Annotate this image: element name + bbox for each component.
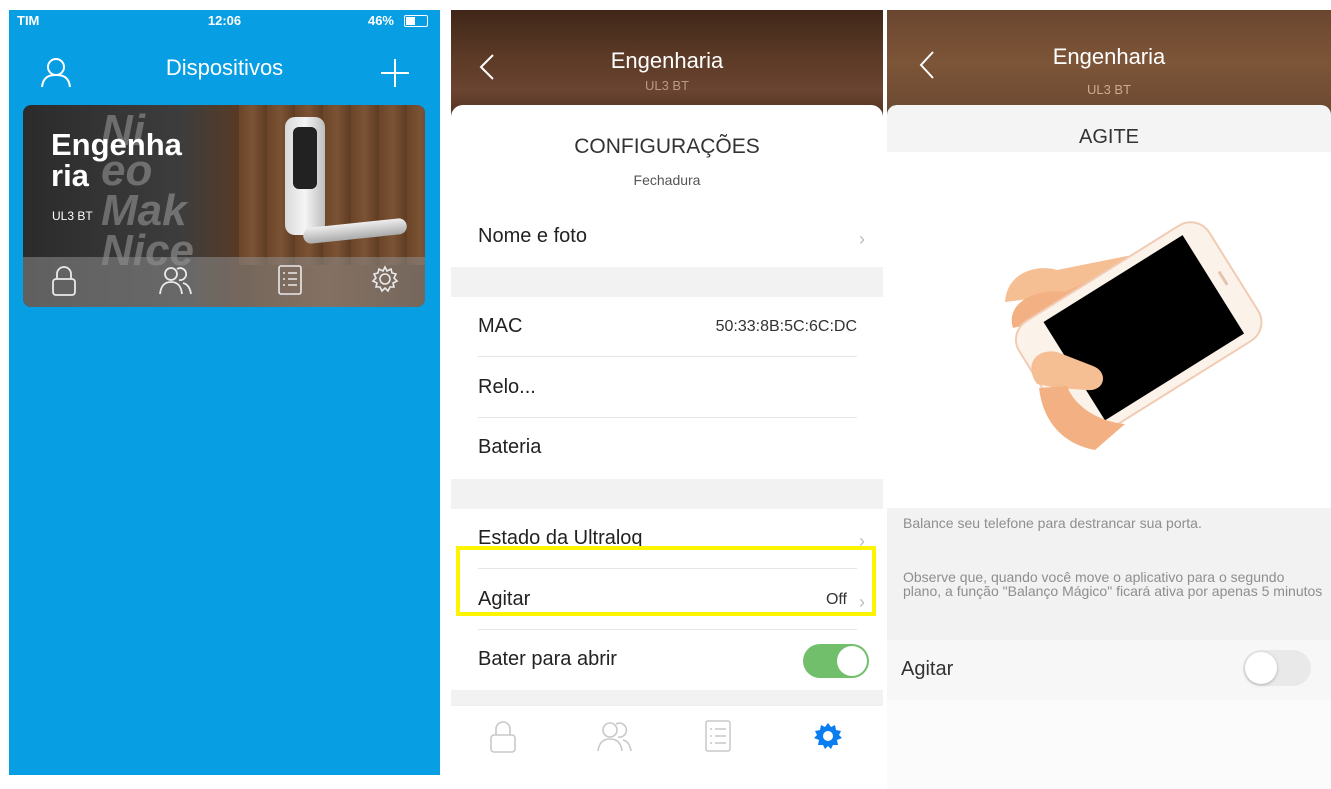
device-name-line2: ria	[51, 158, 89, 193]
row-mac: MAC 50:33:8B:5C:6C:DC	[451, 297, 883, 357]
section-subtitle: Fechadura	[633, 172, 701, 188]
shake-illustration	[887, 152, 1331, 508]
row-label: Nome e foto	[478, 225, 587, 247]
instruction-text-1: Balance seu telefone para destrancar sua…	[903, 515, 1202, 531]
mac-value: 50:33:8B:5C:6C:DC	[715, 318, 857, 335]
devices-screen: TIM 12:06 46% Dispositivos Ni eo Mak Nice E…	[9, 10, 440, 775]
users-icon[interactable]	[157, 265, 193, 297]
row-bater-para-abrir: Bater para abrir	[451, 630, 883, 690]
instruction-text-2: Observe que, quando você move o aplicati…	[903, 569, 1323, 599]
device-model: UL3 BT	[52, 209, 93, 223]
row-nome-foto[interactable]: Nome e foto ›	[451, 207, 883, 267]
empty-area	[887, 700, 1331, 789]
list-icon[interactable]	[278, 265, 302, 295]
device-name-line1: Engenha	[51, 127, 182, 162]
agitar-toggle[interactable]	[1243, 650, 1311, 686]
bater-para-abrir-toggle[interactable]	[803, 644, 869, 678]
chevron-right-icon: ›	[859, 229, 865, 249]
gear-icon[interactable]	[371, 265, 399, 293]
header: Engenharia UL3 BT	[887, 10, 1331, 115]
users-icon[interactable]	[595, 720, 633, 754]
instructions-panel: Balance seu telefone para destrancar sua…	[887, 508, 1331, 640]
shake-screen: Engenharia UL3 BT AGITE Balance seu tele…	[887, 10, 1331, 789]
settings-screen: Engenharia UL3 BT CONFIGURAÇÕES Fechadur…	[451, 10, 883, 789]
lock-keypad-photo	[293, 127, 317, 189]
row-label: MAC	[478, 315, 523, 337]
status-bar: TIM 12:06 46%	[9, 10, 440, 30]
header-subtitle: UL3 BT	[644, 78, 690, 93]
section-title: CONFIGURAÇÕES	[574, 135, 760, 158]
page-title: Dispositivos	[165, 55, 284, 80]
row-label: Bater para abrir	[478, 648, 617, 670]
section-divider	[451, 267, 883, 297]
lock-icon[interactable]	[51, 265, 77, 297]
settings-sheet: CONFIGURAÇÕES Fechadura Nome e foto › MA…	[451, 105, 883, 789]
gear-icon[interactable]	[814, 722, 842, 750]
row-label: Bateria	[478, 436, 542, 458]
hand-holding-phone-illustration	[1005, 221, 1263, 450]
row-label: Relo...	[478, 376, 536, 398]
device-card[interactable]: Ni eo Mak Nice Engenha ria UL3 BT	[23, 105, 425, 307]
tab-bar	[451, 705, 883, 771]
device-actions-bar	[23, 257, 425, 307]
header-subtitle: UL3 BT	[1086, 82, 1132, 97]
row-relogio[interactable]: Relo...	[451, 358, 883, 418]
list-icon[interactable]	[705, 720, 731, 752]
row-divider	[478, 356, 857, 357]
highlight-box	[456, 546, 876, 616]
row-agitar: Agitar	[887, 640, 1331, 700]
battery-percent: 46%	[367, 13, 394, 28]
row-bateria[interactable]: Bateria	[451, 418, 883, 478]
section-divider	[451, 479, 883, 509]
device-name: Engenha ria	[51, 129, 241, 191]
add-device-icon[interactable]	[379, 57, 411, 89]
battery-icon	[404, 15, 428, 27]
header-title: Engenharia	[1052, 44, 1166, 69]
section-title: AGITE	[1078, 126, 1139, 148]
section-header: AGITE	[887, 105, 1331, 152]
header-title: Engenharia	[610, 48, 724, 73]
toggle-label: Agitar	[901, 658, 954, 680]
lock-icon[interactable]	[489, 720, 517, 754]
